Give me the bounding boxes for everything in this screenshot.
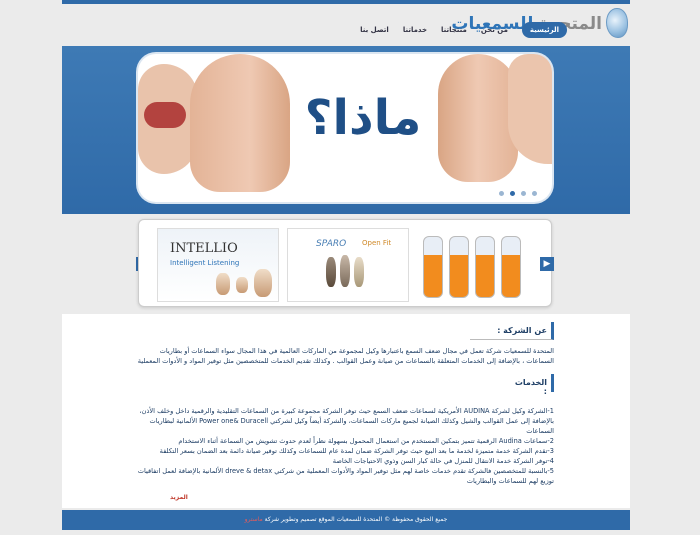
battery-pack-image bbox=[475, 236, 495, 298]
main-content: عن الشركة : المتحدة للسمعيات شركة تعمل ف… bbox=[62, 314, 630, 508]
battery-pack-image bbox=[501, 236, 521, 298]
carousel-track: INTELLIO Intelligent Listening SPARO Ope… bbox=[138, 219, 552, 307]
slider-dot-4[interactable] bbox=[531, 190, 538, 197]
product-tagline: Open Fit bbox=[362, 239, 392, 247]
services-heading: الخدمات : bbox=[514, 374, 554, 396]
product-carousel: ◀ INTELLIO Intelligent Listening SPARO O… bbox=[62, 215, 630, 311]
banner-slide[interactable]: ماذا؟ bbox=[138, 54, 552, 202]
slider-dots bbox=[498, 190, 538, 197]
mouth-image bbox=[144, 102, 186, 128]
nav-item-services[interactable]: خدماتنا bbox=[403, 26, 427, 34]
site-header: المتحدة للسمعيات الرئيسية من نحن منتجاتن… bbox=[62, 4, 630, 44]
services-list: 1-الشركة وكيل لشركة AUDINA الأمريكية لسم… bbox=[134, 406, 554, 486]
banner-title: ماذا؟ bbox=[304, 90, 422, 146]
hearing-aid-image bbox=[340, 255, 350, 287]
main-nav: الرئيسية من نحن منتجاتنا خدماتنا اتصل بن… bbox=[347, 20, 567, 40]
nav-item-contact[interactable]: اتصل بنا bbox=[360, 26, 389, 34]
hearing-aid-image bbox=[254, 269, 272, 297]
list-item: 3-تقدم الشركة خدمة متميزة لخدمة ما بعد ا… bbox=[159, 447, 554, 455]
product-brand: SPARO bbox=[316, 239, 347, 249]
product-tagline: Intelligent Listening bbox=[170, 259, 240, 267]
hearing-aid-image bbox=[326, 257, 336, 287]
product-brand: INTELLIO bbox=[170, 241, 238, 256]
credit-text: تصميم وتطوير شركة bbox=[264, 516, 317, 523]
nav-item-products[interactable]: منتجاتنا bbox=[441, 26, 467, 34]
slider-dot-3[interactable] bbox=[520, 190, 527, 197]
list-item: 5-بالنسبة للمتخصصين فالشركة تقدم خدمات خ… bbox=[137, 467, 554, 485]
more-link[interactable]: المزيد bbox=[170, 494, 188, 501]
nav-item-home[interactable]: الرئيسية bbox=[521, 22, 567, 38]
battery-pack-image bbox=[423, 236, 443, 298]
list-item: 2-سماعات Audina الرقمية تتميز بتمكين الم… bbox=[178, 437, 554, 445]
site-footer: جميع الحقوق محفوظة © المتحدة للسمعيات ال… bbox=[62, 510, 630, 530]
list-item: 1-الشركة وكيل لشركة AUDINA الأمريكية لسم… bbox=[139, 407, 554, 435]
copyright-text: جميع الحقوق محفوظة © المتحدة للسمعيات ال… bbox=[318, 516, 448, 523]
product-card-sparo[interactable]: SPARO Open Fit bbox=[287, 228, 409, 302]
hearing-aid-image bbox=[216, 273, 230, 295]
ear-logo-icon bbox=[606, 8, 628, 38]
about-heading: عن الشركة : bbox=[470, 322, 554, 340]
carousel-next-arrow-icon[interactable]: ▶ bbox=[540, 257, 554, 271]
product-card-intellio[interactable]: INTELLIO Intelligent Listening bbox=[157, 228, 279, 302]
hearing-aid-image bbox=[236, 277, 248, 293]
footer-text: جميع الحقوق محفوظة © المتحدة للسمعيات ال… bbox=[62, 516, 630, 523]
nav-item-about[interactable]: من نحن bbox=[481, 26, 508, 34]
hand-left-image bbox=[190, 54, 290, 192]
slider-dot-2[interactable] bbox=[509, 190, 516, 197]
slider-dot-1[interactable] bbox=[498, 190, 505, 197]
about-text: المتحدة للسمعيات شركة تعمل في مجال ضعف ا… bbox=[137, 347, 554, 365]
hearing-aid-image bbox=[354, 257, 364, 287]
hand-right-image bbox=[438, 54, 518, 182]
product-card-batteries[interactable] bbox=[417, 228, 539, 302]
credit-link[interactable]: ماسترو bbox=[245, 516, 263, 523]
battery-pack-image bbox=[449, 236, 469, 298]
face-image bbox=[138, 64, 198, 174]
list-item: 4-توفر الشركة خدمة الانتقال للمنزل في حا… bbox=[332, 457, 554, 465]
hero-banner: ماذا؟ bbox=[62, 46, 630, 214]
